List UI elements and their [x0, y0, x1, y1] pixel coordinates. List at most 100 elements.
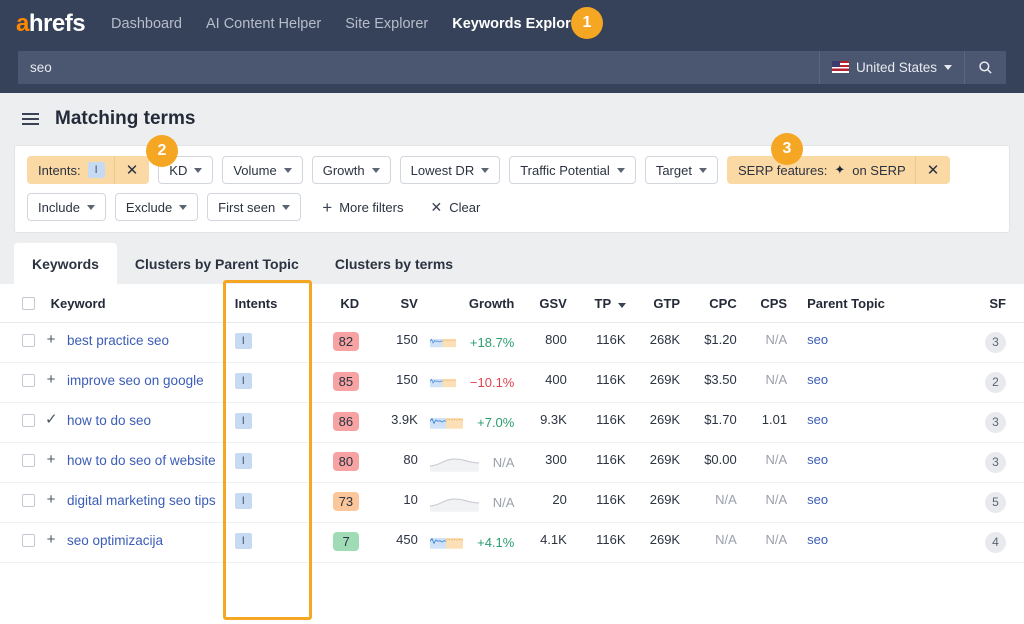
sparkline-chart-empty [430, 492, 479, 512]
row-checkbox[interactable] [22, 534, 35, 547]
chevron-down-icon [194, 168, 202, 173]
cell-gtp: 269K [632, 363, 687, 403]
keyword-cell-group: + how to do seo of website [22, 452, 223, 469]
column-header-parent-topic[interactable]: Parent Topic [793, 284, 961, 323]
column-header-cpc[interactable]: CPC [686, 284, 743, 323]
cell-gsv: 800 [520, 323, 572, 363]
parent-topic-link[interactable]: seo [807, 532, 828, 547]
row-checkbox[interactable] [22, 374, 35, 387]
column-header-sf[interactable]: SF [961, 284, 1024, 323]
keyword-link[interactable]: how to do seo [67, 412, 151, 429]
table-row[interactable]: + how to do seo of website I 80 80 N/A 3… [0, 443, 1024, 483]
column-header-keyword[interactable]: Keyword [0, 284, 229, 323]
filter-button-volume[interactable]: Volume [222, 156, 302, 184]
cell-growth: +7.0% [424, 403, 521, 443]
select-all-checkbox[interactable] [22, 297, 35, 310]
filter-button-lowest-dr-label: Lowest DR [411, 163, 475, 178]
filter-button-kd-label: KD [169, 163, 187, 178]
keyword-link[interactable]: improve seo on google [67, 372, 204, 389]
keyword-link[interactable]: best practice seo [67, 332, 169, 349]
cell-sv: 80 [365, 443, 424, 483]
keyword-link[interactable]: how to do seo of website [67, 452, 216, 469]
sf-badge: 3 [985, 332, 1006, 353]
nav-item-site-explorer[interactable]: Site Explorer [345, 16, 428, 32]
parent-topic-link[interactable]: seo [807, 332, 828, 347]
column-header-gsv[interactable]: GSV [520, 284, 572, 323]
table-row[interactable]: + improve seo on google I 85 150 −10.1% … [0, 363, 1024, 403]
column-header-gtp[interactable]: GTP [632, 284, 687, 323]
column-header-sv[interactable]: SV [365, 284, 424, 323]
serp-features-chip-remove-icon[interactable]: ✕ [915, 156, 951, 184]
country-selector[interactable]: United States [819, 51, 964, 84]
filter-button-first-seen[interactable]: First seen [207, 193, 301, 221]
row-checkbox[interactable] [22, 494, 35, 507]
kd-badge: 80 [333, 452, 359, 471]
plus-icon[interactable]: + [45, 492, 57, 507]
parent-topic-link[interactable]: seo [807, 412, 828, 427]
filter-button-exclude[interactable]: Exclude [115, 193, 198, 221]
sf-badge: 2 [985, 372, 1006, 393]
row-checkbox[interactable] [22, 454, 35, 467]
search-button[interactable] [964, 51, 1006, 84]
more-filters-button[interactable]: + More filters [318, 193, 407, 221]
cell-parent-topic: seo [793, 323, 961, 363]
ahrefs-logo[interactable]: ahrefs [16, 10, 85, 38]
table-row[interactable]: + digital marketing seo tips I 73 10 N/A… [0, 483, 1024, 523]
tab-clusters-by-parent-topic[interactable]: Clusters by Parent Topic [117, 243, 317, 284]
filter-button-include[interactable]: Include [27, 193, 106, 221]
intents-chip-remove-icon[interactable]: ✕ [114, 156, 150, 184]
keyword-cell-group: ✓ how to do seo [22, 412, 223, 429]
chevron-down-icon [372, 168, 380, 173]
keyword-search-input[interactable] [18, 51, 819, 84]
cell-kd: 82 [306, 323, 365, 363]
tab-clusters-by-terms[interactable]: Clusters by terms [317, 243, 471, 284]
filter-chip-serp-features[interactable]: SERP features: ✦ on SERP ✕ [727, 156, 950, 184]
table-row[interactable]: ✓ how to do seo I 86 3.9K +7.0% 9.3K 116… [0, 403, 1024, 443]
tab-keywords[interactable]: Keywords [14, 243, 117, 284]
plus-icon[interactable]: + [45, 532, 57, 547]
plus-icon[interactable]: + [45, 452, 57, 467]
cell-parent-topic: seo [793, 403, 961, 443]
cell-gsv: 20 [520, 483, 572, 523]
nav-item-dashboard[interactable]: Dashboard [111, 16, 182, 32]
intent-badge: I [235, 533, 252, 549]
row-checkbox[interactable] [22, 334, 35, 347]
table-row[interactable]: + best practice seo I 82 150 +18.7% 800 … [0, 323, 1024, 363]
column-header-growth[interactable]: Growth [424, 284, 521, 323]
filter-chip-intents[interactable]: Intents: I ✕ [27, 156, 149, 184]
us-flag-icon [832, 61, 849, 73]
nav-item-ai-content-helper[interactable]: AI Content Helper [206, 16, 321, 32]
cell-gsv: 9.3K [520, 403, 572, 443]
column-header-intents[interactable]: Intents [229, 284, 307, 323]
row-checkbox[interactable] [22, 414, 35, 427]
nav-item-keywords-explorer[interactable]: Keywords Explorer [452, 16, 584, 32]
cell-parent-topic: seo [793, 443, 961, 483]
cell-cpc: $0.00 [686, 443, 743, 483]
plus-icon[interactable]: + [45, 332, 57, 347]
keyword-link[interactable]: digital marketing seo tips [67, 492, 216, 509]
filter-button-traffic-potential[interactable]: Traffic Potential [509, 156, 636, 184]
kd-badge: 7 [333, 532, 359, 551]
filter-button-growth[interactable]: Growth [312, 156, 391, 184]
parent-topic-link[interactable]: seo [807, 452, 828, 467]
parent-topic-link[interactable]: seo [807, 492, 828, 507]
column-header-tp[interactable]: TP [573, 284, 632, 323]
parent-topic-link[interactable]: seo [807, 372, 828, 387]
clear-filters-button[interactable]: ✕ Clear [426, 193, 484, 221]
column-header-cps[interactable]: CPS [743, 284, 793, 323]
check-icon[interactable]: ✓ [45, 412, 57, 427]
keyword-cell-group: + seo optimizacija [22, 532, 223, 549]
column-header-kd[interactable]: KD [306, 284, 365, 323]
plus-icon[interactable]: + [45, 372, 57, 387]
cell-intents: I [229, 443, 307, 483]
kd-badge: 86 [333, 412, 359, 431]
keyword-link[interactable]: seo optimizacija [67, 532, 163, 549]
filter-button-target[interactable]: Target [645, 156, 718, 184]
filter-button-lowest-dr[interactable]: Lowest DR [400, 156, 501, 184]
cell-keyword: + improve seo on google [0, 363, 229, 403]
hamburger-icon[interactable] [22, 113, 39, 125]
nav-links: Dashboard AI Content Helper Site Explore… [111, 16, 584, 32]
table-row[interactable]: + seo optimizacija I 7 450 +4.1% 4.1K 11… [0, 523, 1024, 563]
sparkline-chart [430, 532, 463, 552]
cell-parent-topic: seo [793, 483, 961, 523]
